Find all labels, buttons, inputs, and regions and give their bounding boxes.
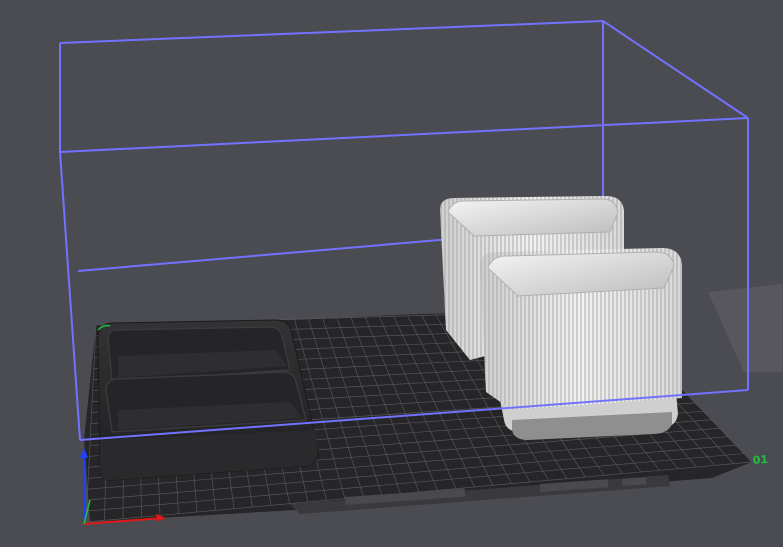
planter-back-opening <box>447 198 619 237</box>
3d-viewport[interactable]: 01 <box>0 0 783 547</box>
tray-object[interactable] <box>97 319 319 481</box>
planter-front-opening <box>487 251 675 297</box>
neighbor-bed <box>708 284 783 372</box>
planter-front-object[interactable] <box>480 248 682 440</box>
bed-edge-number: 01 <box>752 453 768 467</box>
scene-canvas[interactable]: 01 <box>0 0 783 547</box>
